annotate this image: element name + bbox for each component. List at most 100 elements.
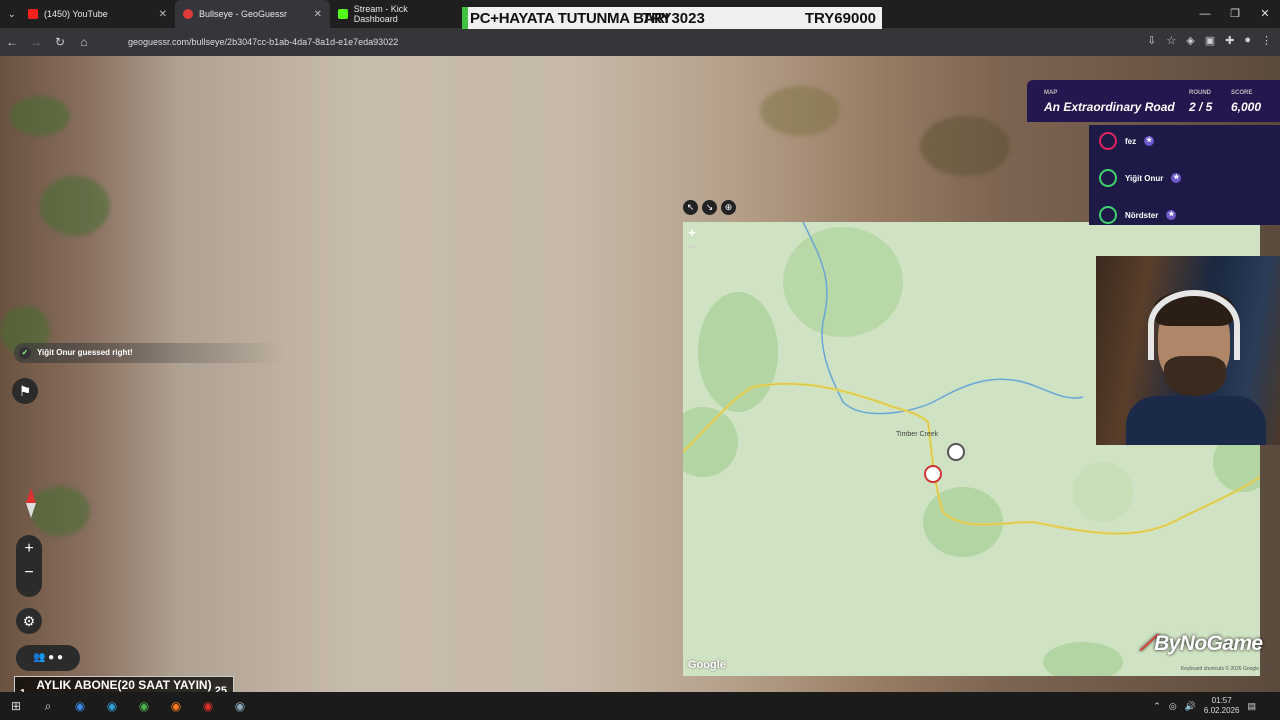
webcam-overlay [1096,256,1280,445]
sponsor-logo: ⟋ByNoGame [1140,632,1263,656]
avatar [1099,169,1117,187]
player-guess-pin[interactable] [924,465,942,483]
game-status-panel: MAP An Extraordinary Road ROUND 2 / 5 SC… [1027,80,1280,122]
zoom-in-icon[interactable]: + [16,535,42,563]
tab-kick[interactable]: Stream - Kick Dashboard [330,0,460,28]
app-icon[interactable]: ◉ [96,699,128,713]
map-attribution: Keyboard shortcuts © 2026 Google Terms [1180,666,1274,672]
screen: ⌄ (1450) YouTube ✕ Bullseye - GeoGuessr … [0,0,1280,720]
window-controls: — ❐ ✕ [1190,0,1280,28]
streamer-beard [1164,356,1226,396]
close-icon[interactable]: ✕ [159,9,167,20]
map-tools: ↖ ↘ ⊕ [683,200,736,215]
expand-map-icon[interactable]: ↖ [683,200,698,215]
flag-icon: ⚑ [18,383,32,399]
search-icon[interactable]: ⌕ [32,699,64,714]
tab-geoguessr[interactable]: Bullseye - GeoGuessr ✕ [175,0,330,28]
url-field[interactable]: geoguessr.com/bullseye/2b3047cc-b1ab-4da… [104,32,1104,52]
brand-mark-icon: ⟋ [1140,632,1155,655]
network-icon[interactable]: ◎ [1169,701,1177,712]
avatar [1099,132,1117,150]
windows-start-icon[interactable]: ⊞ [0,699,32,713]
player-list: fez ★ Yiğit Onur ★ Nördster ★ [1089,125,1280,225]
return-to-start-button[interactable]: ⚑ [12,378,38,404]
gear-icon: ⚙ [22,613,36,629]
profile-icon[interactable]: ● [1244,34,1251,47]
firefox-icon[interactable]: ◉ [160,699,192,713]
round-value: 2 / 5 [1189,100,1213,114]
tab-label: Stream - Kick Dashboard [353,4,408,24]
extension-icon[interactable]: ◈ [1186,34,1194,47]
goal-target: TRY69000 [804,9,876,27]
home-icon[interactable]: ⌂ [72,35,96,49]
map-label: MAP [1044,90,1058,96]
clock-time: 01:57 [1211,696,1232,705]
menu-icon[interactable]: ⋮ [1261,34,1272,47]
obs-icon[interactable]: ◉ [192,699,224,713]
guess-notification: ✓ Yiğit Onur guessed right! [14,343,284,363]
map-zoom: + − [688,226,696,254]
chevron-up-icon[interactable]: ⌃ [1153,701,1161,712]
goal-title: PC+HAYATA TUTUNMA BARI [470,9,669,27]
edge-icon[interactable]: ◉ [64,699,96,713]
progress-fill [462,7,468,29]
pin-map-icon[interactable]: ⊕ [721,200,736,215]
player-name: Yiğit Onur [1125,173,1164,183]
chrome-icon[interactable]: ◉ [128,699,160,713]
avatar [1099,206,1117,224]
tab-youtube[interactable]: (1450) YouTube ✕ [20,0,175,28]
puzzle-icon[interactable]: ✚ [1225,34,1234,47]
party-button[interactable]: 👥 ● ● [16,645,80,671]
grass-patch [30,486,90,536]
url-text: geoguessr.com/bullseye/2b3047cc-b1ab-4da… [128,37,399,47]
notification-text: Yiğit Onur guessed right! [37,348,133,357]
sub-goal-text: AYLIK ABONE(20 SAAT YAYIN) [36,678,212,692]
close-icon[interactable]: ✕ [314,9,322,20]
toolbar-icons: ⇩ ☆ ◈ ▣ ✚ ● ⋮ [1147,34,1272,47]
geoguessr-icon [183,9,193,19]
settings-button[interactable]: ⚙ [16,608,42,634]
streamer-shirt [1126,396,1266,445]
brand-text: ByNoGame [1154,632,1263,655]
map-name: An Extraordinary Road [1044,100,1175,114]
donation-goal-banner: PC+HAYATA TUTUNMA BARI TRY3023 TRY69000 [462,7,882,29]
grass-patch [40,176,110,236]
youtube-icon [28,9,38,19]
restore-icon[interactable]: ❐ [1220,0,1250,28]
player-guess-pin[interactable] [947,443,965,461]
steam-icon[interactable]: ◉ [224,699,256,713]
pro-badge-icon: ★ [1144,136,1155,146]
player-item: Nördster ★ [1099,206,1177,224]
round-label: ROUND [1189,90,1211,96]
map-zoom-out-icon[interactable]: − [688,240,696,254]
zoom-control: + − [16,535,42,597]
map-zoom-in-icon[interactable]: + [688,226,696,240]
forward-icon[interactable]: → [24,35,48,49]
tab-label: (1450) YouTube [44,9,108,19]
score-label: SCORE [1231,90,1253,96]
map-place-label: Timber Creek [896,431,939,438]
reload-icon[interactable]: ↻ [48,35,72,49]
bookmark-star-icon[interactable]: ☆ [1166,34,1176,47]
minimize-icon[interactable]: — [1190,0,1220,28]
install-icon[interactable]: ⇩ [1147,34,1156,47]
clock[interactable]: 01:57 6.02.2026 [1204,696,1240,716]
tab-list-button[interactable]: ⌄ [0,0,20,28]
windows-taskbar: ⊞ ⌕ ◉ ◉ ◉ ◉ ◉ ◉ ⌃ ◎ 🔊 01:57 6.02.2026 ▤ [0,692,1280,720]
check-icon: ✓ [19,347,31,359]
notifications-icon[interactable]: ▤ [1247,701,1256,712]
close-window-icon[interactable]: ✕ [1250,0,1280,28]
kick-icon [338,9,348,19]
shrink-map-icon[interactable]: ↘ [702,200,717,215]
zoom-out-icon[interactable]: − [16,563,42,583]
compass-icon[interactable] [24,488,38,518]
headset [1148,290,1240,360]
back-icon[interactable]: ← [0,35,24,49]
chevron-down-icon: ⌄ [8,8,16,19]
clock-date: 6.02.2026 [1203,706,1240,715]
media-icon[interactable]: ▣ [1205,34,1215,47]
grass-patch [10,96,70,136]
address-bar: ← → ↻ ⌂ geoguessr.com/bullseye/2b3047cc-… [0,28,1280,56]
player-name: Nördster [1125,210,1159,220]
volume-icon[interactable]: 🔊 [1185,701,1196,712]
